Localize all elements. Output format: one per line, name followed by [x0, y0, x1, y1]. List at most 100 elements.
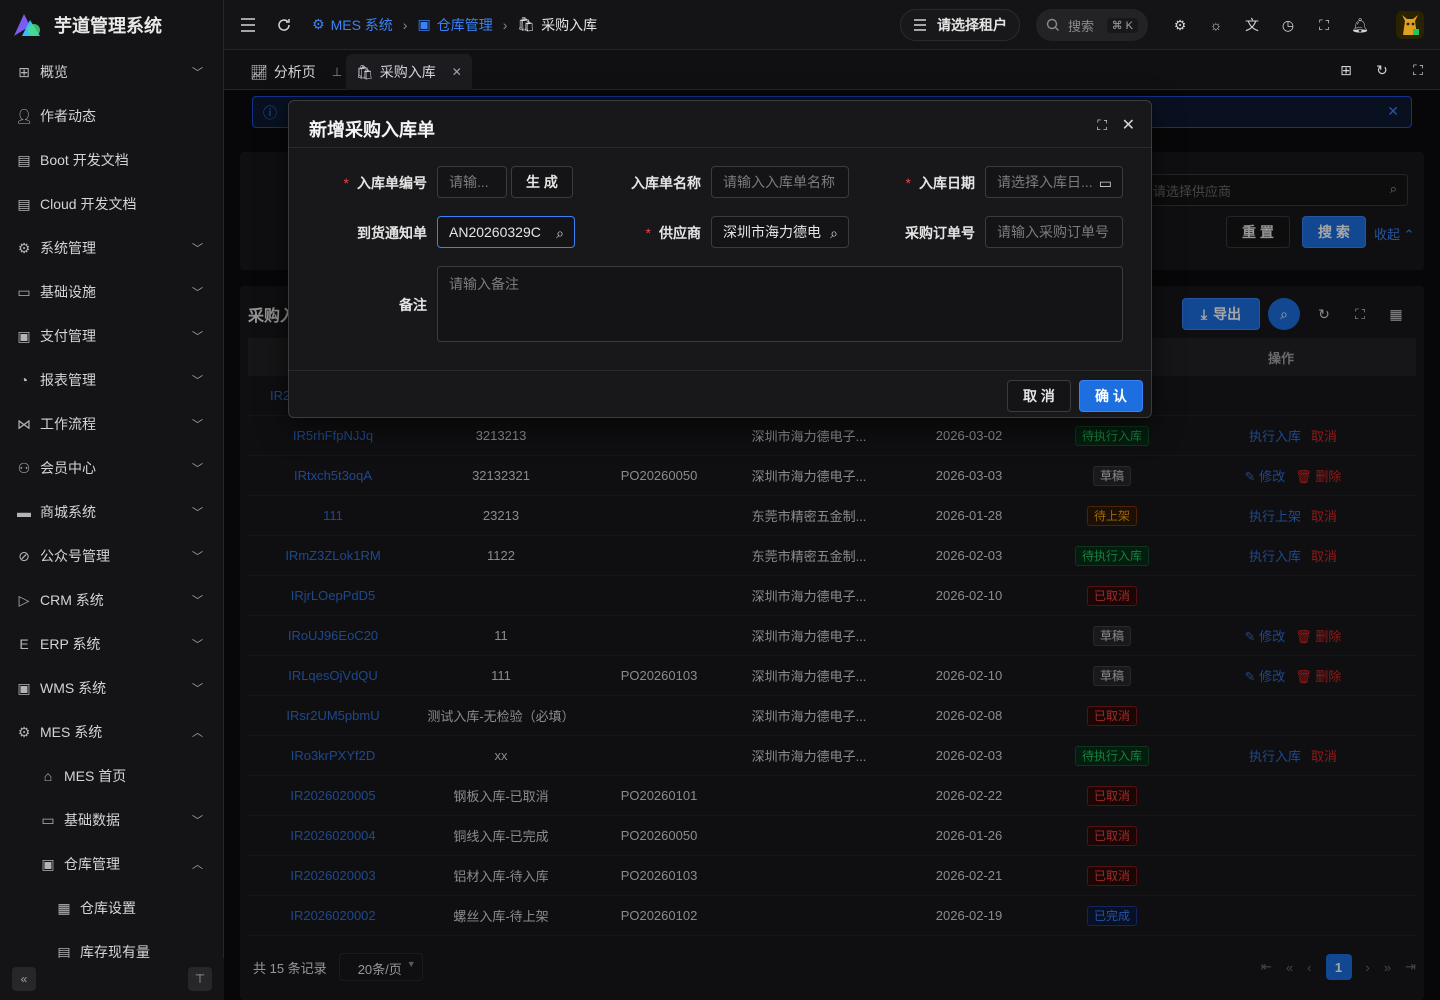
sidebar-item-label: 会员中心 [40, 460, 96, 476]
sidebar-item[interactable]: ▣ WMS 系统 ﹀ [0, 666, 223, 710]
sidebar-item-label: 基础数据 [64, 812, 120, 828]
sidebar-item-label: 概览 [40, 64, 68, 80]
tabs-actions: ⊞ ↻ ⛶ [1332, 56, 1432, 84]
tabs-bar: 📈︎ 分析页 ⊥ 🛍︎ 采购入库 ✕ ⊞ ↻ ⛶ [224, 50, 1440, 90]
sidebar-item[interactable]: ▤ Cloud 开发文档 [0, 182, 223, 226]
close-tab-icon[interactable]: ✕ [452, 65, 462, 79]
date-picker[interactable]: 请选择入库日... ▭ [985, 166, 1123, 198]
user-avatar[interactable] [1396, 11, 1424, 39]
po-input[interactable]: 请输入采购订单号 [985, 216, 1123, 248]
sidebar-item[interactable]: ⊞ 概览 ﹀ [0, 50, 223, 94]
sidebar-item-label: 商城系统 [40, 504, 96, 520]
breadcrumb-separator-icon: › [502, 16, 508, 33]
supplier-select[interactable]: 深圳市海力德电 ⌕ [711, 216, 849, 248]
sidebar-footer: « ⊤ [0, 958, 224, 1000]
theme-sun-icon[interactable]: ☼ [1202, 11, 1230, 39]
global-search[interactable]: 搜索 ⌘ K [1036, 9, 1148, 41]
maximize-modal-icon[interactable]: ⛶ [1097, 117, 1107, 134]
menu-toggle-icon[interactable] [234, 11, 262, 39]
timezone-icon[interactable]: ◷ [1274, 11, 1302, 39]
notice-value: AN20260329C [449, 224, 541, 240]
pin-icon[interactable]: ⊥ [332, 65, 342, 79]
sidebar-item-label: 报表管理 [40, 372, 96, 388]
compass-icon: ⊘ [18, 547, 30, 564]
maximize-icon[interactable]: ⛶ [1404, 56, 1432, 84]
sidebar-item[interactable]: ▤ Boot 开发文档 [0, 138, 223, 182]
settings-icon[interactable]: ⚙ [1166, 11, 1194, 39]
payment-icon: ▣ [17, 327, 31, 344]
sidebar-item-label: 支付管理 [40, 328, 96, 344]
dashboard-icon: ⊞ [18, 63, 30, 80]
close-modal-icon[interactable]: ✕ [1122, 115, 1135, 135]
chevron-down-icon: ﹀ [192, 243, 203, 255]
calendar-icon: ▭ [1098, 175, 1112, 191]
bell-icon[interactable]: 🔔︎ [1346, 11, 1374, 39]
breadcrumb-warehouse-icon: ▣ [417, 16, 431, 32]
remark-textarea[interactable]: 请输入备注 [437, 266, 1123, 342]
app-logo[interactable]: 芋道管理系统 [0, 0, 223, 50]
gear-icon: ⚙ [17, 239, 31, 256]
sidebar-item[interactable]: ▬ 商城系统 ﹀ [0, 490, 223, 534]
date-label: * 入库日期 [879, 173, 975, 193]
create-purchase-in-modal: 新增采购入库单 ⛶ ✕ * 入库单编号 请输... 生 成 入库单名称 请输入入库… [288, 100, 1152, 418]
reload-tab-icon[interactable]: ↻ [1368, 56, 1396, 84]
name-label: 入库单名称 [631, 175, 701, 191]
collapse-sidebar-button[interactable]: « [12, 967, 36, 991]
crm-icon: ▷ [18, 591, 30, 608]
supplier-value: 深圳市海力德电 [723, 224, 821, 240]
code-input[interactable]: 请输... [437, 166, 507, 198]
sidebar-item[interactable]: ▭ 基础数据 ﹀ [0, 798, 223, 842]
doc-icon: ▤ [17, 195, 31, 212]
sidebar-item[interactable]: ▷ CRM 系统 ﹀ [0, 578, 223, 622]
chevron-down-icon: ﹀ [192, 375, 203, 387]
sidebar-item[interactable]: 👤︎ 作者动态 [0, 94, 223, 138]
fullscreen-icon[interactable]: ⛶ [1310, 11, 1338, 39]
wms-icon: ▣ [17, 679, 31, 696]
sidebar-item-label: 工作流程 [40, 416, 96, 432]
chevron-down-icon: ﹀ [192, 287, 203, 299]
sidebar-item[interactable]: ▦ 仓库设置 [0, 886, 223, 930]
sidebar-item[interactable]: ▣ 仓库管理 ︿ [0, 842, 223, 886]
chevron-down-icon: ﹀ [192, 507, 203, 519]
tenant-select[interactable]: 请选择租户 [900, 9, 1020, 41]
tab-label: 采购入库 [379, 64, 436, 80]
chevron-down-icon: ﹀ [192, 683, 203, 695]
sidebar-item[interactable]: ⋈ 工作流程 ﹀ [0, 402, 223, 446]
grid-icon[interactable]: ⊞ [1332, 56, 1360, 84]
sidebar-item[interactable]: ⚇ 会员中心 ﹀ [0, 446, 223, 490]
breadcrumb-warehouse[interactable]: 仓库管理 [437, 15, 493, 35]
arrival-notice-select[interactable]: AN20260329C ⌕ [437, 216, 575, 248]
members-icon: ⚇ [17, 459, 31, 476]
confirm-button[interactable]: 确 认 [1079, 380, 1143, 412]
sidebar-item-label: 作者动态 [40, 108, 96, 124]
search-icon [1046, 18, 1059, 31]
cancel-button[interactable]: 取 消 [1007, 380, 1071, 412]
logo-icon [14, 14, 40, 36]
remark-label: 备注 [399, 297, 427, 313]
generate-button[interactable]: 生 成 [511, 166, 573, 198]
monitor-icon: ▭ [17, 283, 31, 300]
tab-analysis[interactable]: 📈︎ 分析页 ⊥ [240, 54, 352, 90]
sidebar-item[interactable]: E ERP 系统 ﹀ [0, 622, 223, 666]
translate-icon[interactable]: 文 [1238, 11, 1266, 39]
sidebar-item[interactable]: ⊘ 公众号管理 ﹀ [0, 534, 223, 578]
sidebar-item[interactable]: ⚙ 系统管理 ﹀ [0, 226, 223, 270]
data-icon: ▭ [41, 811, 55, 828]
modal-title: 新增采购入库单 [309, 120, 435, 140]
name-input[interactable]: 请输入入库单名称 [711, 166, 849, 198]
sidebar-item-label: WMS 系统 [40, 680, 107, 696]
required-mark: * [645, 225, 651, 241]
sidebar-item[interactable]: ⚙ MES 系统 ︿ [0, 710, 223, 754]
sidebar-item[interactable]: ▭ 基础设施 ﹀ [0, 270, 223, 314]
date-placeholder: 请选择入库日... [997, 174, 1093, 190]
sidebar-item[interactable]: ⌂ MES 首页 [0, 754, 223, 798]
refresh-icon[interactable] [270, 11, 298, 39]
po-label: 采购订单号 [905, 225, 975, 241]
tab-purchase-in[interactable]: 🛍︎ 采购入库 ✕ [346, 54, 472, 90]
sidebar-item[interactable]: ◔ 报表管理 ﹀ [0, 358, 223, 402]
breadcrumb-mes[interactable]: MES 系统 [331, 15, 393, 35]
app-title: 芋道管理系统 [54, 16, 162, 36]
chart-icon: 📈︎ [250, 63, 268, 80]
sidebar-item[interactable]: ▣ 支付管理 ﹀ [0, 314, 223, 358]
pin-sidebar-button[interactable]: ⊤ [188, 967, 212, 991]
